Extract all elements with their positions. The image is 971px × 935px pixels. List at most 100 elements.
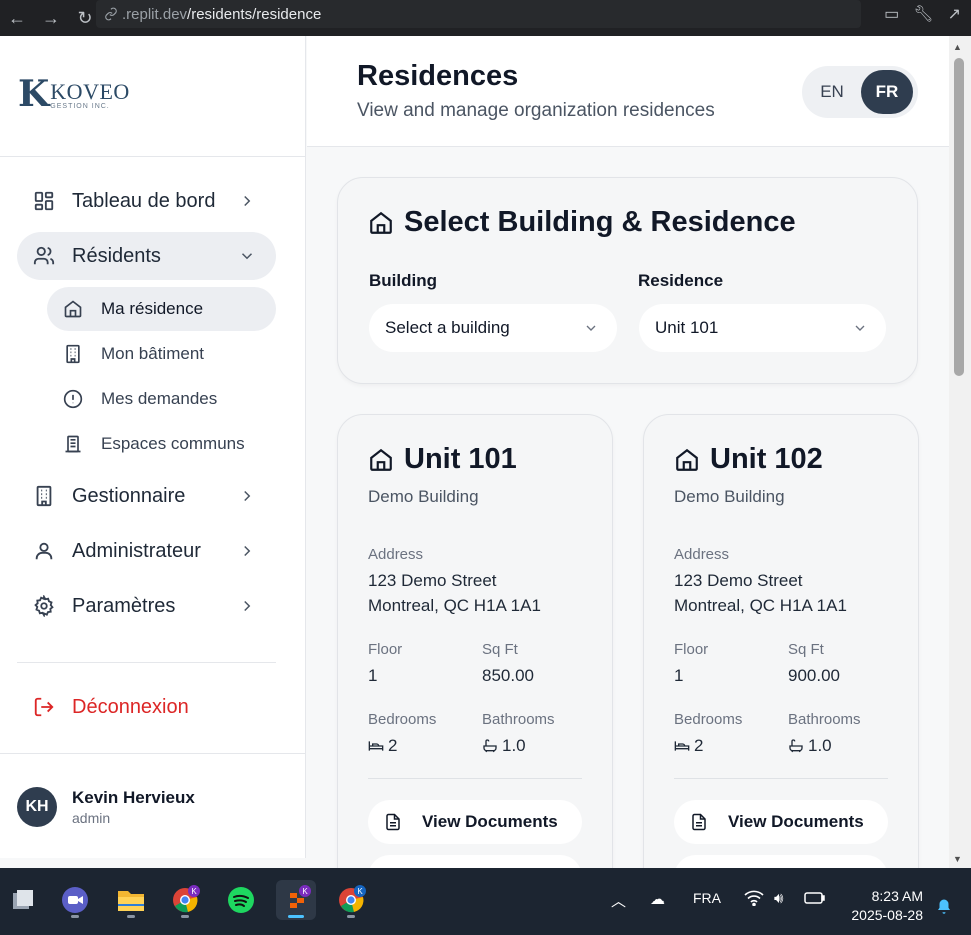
battery-icon[interactable] — [804, 890, 826, 910]
sidebar-item-administrator[interactable]: Administrateur — [17, 527, 276, 575]
task-view-icon[interactable] — [2, 880, 42, 920]
taskbar-indicator — [347, 915, 355, 918]
bath-icon — [483, 739, 497, 753]
taskbar-indicator — [71, 915, 79, 918]
video-call-app-icon[interactable] — [55, 880, 95, 920]
address-label: Address — [368, 546, 424, 563]
sqft-label: Sq Ft — [482, 641, 518, 658]
unit-name: Unit 102 — [710, 443, 823, 475]
dashboard-icon — [32, 189, 56, 213]
sidebar-divider — [0, 156, 306, 157]
building-select-value: Select a building — [385, 318, 510, 337]
forward-arrow-icon[interactable]: → — [34, 8, 68, 29]
scroll-down-arrow-icon[interactable]: ▼ — [953, 854, 962, 864]
floor-value: 1 — [674, 666, 684, 685]
sidebar-subitem-my-requests[interactable]: Mes demandes — [47, 377, 276, 421]
page-subtitle: View and manage organization residences — [357, 100, 715, 121]
svg-text:K: K — [357, 887, 363, 896]
koveo-logo[interactable]: K KOVEO GESTION INC. — [18, 76, 130, 112]
card-divider — [368, 778, 582, 779]
user-name: Kevin Hervieux — [72, 788, 195, 807]
bed-icon — [674, 741, 690, 751]
residence-select[interactable]: Unit 101 — [639, 304, 886, 352]
page-scrollbar[interactable]: ▲ ▼ — [949, 36, 971, 868]
chevron-down-icon — [855, 325, 865, 331]
page-header: Residences View and manage organization … — [307, 36, 949, 147]
file-explorer-icon[interactable] — [111, 880, 151, 920]
svg-text:K: K — [302, 887, 308, 896]
wifi-icon[interactable] — [744, 890, 764, 910]
sidebar-item-label: Tableau de bord — [72, 189, 216, 212]
input-language[interactable]: FRA — [693, 890, 721, 906]
document-icon — [386, 813, 400, 831]
chrome-profile-k-blue-icon[interactable]: K — [331, 880, 371, 920]
taskbar-indicator — [288, 915, 304, 918]
card-title: Select Building & Residence — [368, 206, 796, 239]
residence-card: Unit 102 Demo Building Address 123 Demo … — [643, 414, 919, 868]
open-external-icon[interactable]: ↗ — [948, 4, 961, 24]
address-line2: Montreal, QC H1A 1A1 — [674, 596, 847, 615]
back-arrow-icon[interactable]: ← — [0, 8, 34, 29]
sidebar-subitem-label: Mes demandes — [101, 389, 218, 408]
bedrooms-label: Bedrooms — [368, 711, 437, 728]
chrome-profile-k-icon[interactable]: K — [165, 880, 205, 920]
scrollbar-thumb[interactable] — [954, 58, 964, 376]
address-bar[interactable]: .replit.dev/residents/residence — [96, 0, 861, 28]
lang-en-button[interactable]: EN — [806, 70, 858, 114]
sidebar-item-label: Résidents — [72, 244, 161, 267]
system-clock[interactable]: 8:23 AM 2025-08-28 — [851, 887, 923, 925]
secondary-action-button[interactable] — [368, 855, 582, 868]
scroll-up-arrow-icon[interactable]: ▲ — [953, 42, 962, 52]
sidebar-divider — [17, 662, 276, 663]
volume-icon[interactable]: 🔊︎ — [774, 890, 783, 907]
chevron-up-icon[interactable]: ︿ — [611, 890, 626, 911]
sidebar-subitem-my-building[interactable]: Mon bâtiment — [47, 332, 276, 376]
residence-select-value: Unit 101 — [655, 318, 719, 337]
logout-button[interactable]: Déconnexion — [17, 683, 276, 731]
os-taskbar: K K K ︿ ☁ FRA 🔊︎ 8:23 AM 2025-08-28 — [0, 868, 971, 935]
lang-fr-button[interactable]: FR — [861, 70, 913, 114]
sidebar-subitem-my-residence[interactable]: Ma résidence — [47, 287, 276, 331]
sidebar-item-residents[interactable]: Résidents — [17, 232, 276, 280]
sqft-value: 850.00 — [482, 666, 534, 685]
bathrooms-label: Bathrooms — [482, 711, 555, 728]
unit-name: Unit 101 — [404, 443, 517, 475]
sidebar-divider — [0, 753, 306, 754]
browser-toolbar: ← → ↻ .replit.dev/residents/residence ▭ … — [0, 0, 971, 36]
bath-icon — [789, 739, 803, 753]
card-divider — [674, 778, 888, 779]
svg-text:K: K — [191, 887, 197, 896]
building-label: Building — [369, 271, 437, 290]
view-documents-button[interactable]: View Documents — [368, 800, 582, 844]
replit-profile-k-icon[interactable]: K — [276, 880, 316, 920]
cloud-icon[interactable]: ☁ — [650, 890, 665, 908]
cast-icon[interactable]: ▭ — [884, 4, 899, 24]
avatar: KH — [17, 787, 57, 827]
building-icon — [61, 342, 85, 366]
floor-value: 1 — [368, 666, 378, 685]
chevron-down-icon — [586, 325, 596, 331]
users-icon — [32, 244, 56, 268]
secondary-action-button[interactable] — [674, 855, 888, 868]
bed-icon — [368, 741, 384, 751]
building-select[interactable]: Select a building — [369, 304, 617, 352]
view-documents-button[interactable]: View Documents — [674, 800, 888, 844]
home-icon — [676, 448, 698, 471]
notification-bell-icon[interactable] — [935, 898, 953, 921]
bathrooms-value: 1.0 — [502, 736, 526, 755]
sidebar-subitem-label: Ma résidence — [101, 299, 204, 318]
sidebar-subitem-common-spaces[interactable]: Espaces communs — [47, 422, 276, 466]
wrench-icon[interactable]: 🔧︎ — [913, 4, 933, 24]
logout-icon — [32, 695, 56, 719]
sidebar-item-dashboard[interactable]: Tableau de bord — [17, 177, 276, 225]
sidebar-item-manager[interactable]: Gestionnaire — [17, 472, 276, 520]
address-line1: 123 Demo Street — [368, 571, 497, 590]
spotify-icon[interactable] — [221, 880, 261, 920]
sidebar-item-label: Administrateur — [72, 539, 201, 562]
logout-label: Déconnexion — [72, 695, 189, 718]
sidebar-item-settings[interactable]: Paramètres — [17, 582, 276, 630]
user-profile[interactable]: KH Kevin Hervieux admin — [17, 787, 195, 827]
chevron-right-icon — [244, 195, 251, 207]
residence-card: Unit 101 Demo Building Address 123 Demo … — [337, 414, 613, 868]
residence-label: Residence — [638, 271, 724, 290]
